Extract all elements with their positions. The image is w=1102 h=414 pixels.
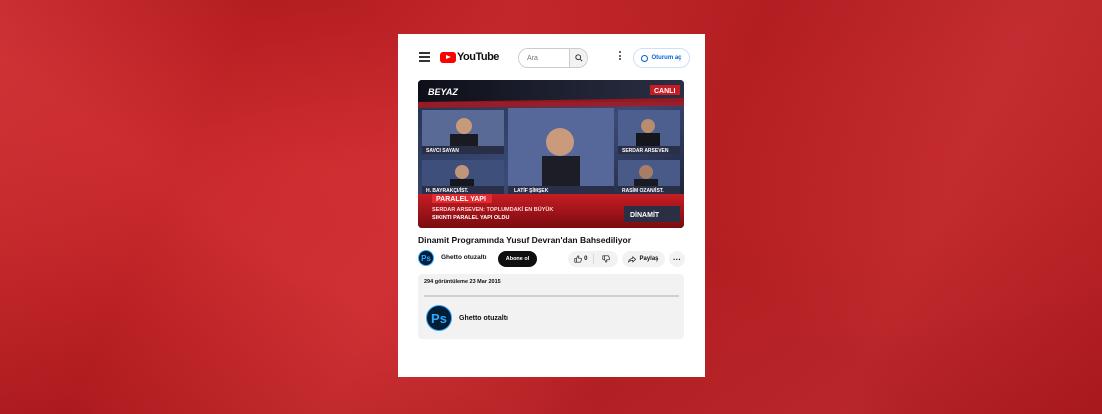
ticker-line-1: SERDAR ARSEVEN: TOPLUMDAKİ EN BÜYÜK	[432, 206, 553, 213]
description-channel-avatar[interactable]: Ps	[426, 305, 452, 331]
video-title: Dinamit Programında Yusuf Devran'dan Bah…	[418, 235, 632, 245]
thumbs-up-icon	[574, 255, 582, 263]
search-input[interactable]	[519, 49, 569, 67]
kebab-icon[interactable]	[619, 51, 622, 62]
guest-name-5: RASİM OZAN/İST.	[622, 187, 664, 194]
dislike-button[interactable]	[594, 255, 618, 263]
menu-icon[interactable]	[419, 52, 430, 62]
search-box	[518, 48, 588, 68]
more-actions-button[interactable]: ···	[669, 251, 685, 267]
channel-logo-text: BEYAZ	[428, 87, 458, 97]
guest-name-2: SERDAR ARSEVEN	[622, 148, 669, 154]
signin-button[interactable]: Oturum aç	[633, 48, 690, 68]
like-button[interactable]: 0	[568, 254, 595, 264]
video-player[interactable]: BEYAZ CANLI SAVCI SAYAN SERDAR ARSEVEN H…	[418, 80, 684, 228]
description-channel-name[interactable]: Ghetto otuzaltı	[459, 315, 508, 322]
subscribe-button[interactable]: Abone ol	[498, 251, 537, 267]
avatar[interactable]: Ps	[418, 250, 434, 266]
share-arrow-icon	[628, 255, 637, 263]
like-count: 0	[584, 256, 588, 262]
thumbs-down-icon	[602, 255, 611, 263]
guest-name-4: LATİF ŞİMŞEK	[514, 187, 549, 194]
owner-row: Ps Ghetto otuzaltı Abone ol 0 Paylaş ···	[418, 250, 685, 268]
signin-label: Oturum aç	[651, 55, 682, 61]
youtube-logo[interactable]: YouTube	[440, 51, 499, 63]
description-divider	[424, 295, 679, 297]
youtube-play-icon	[440, 51, 456, 63]
view-count-date: 294 görüntüleme 23 Mar 2015	[424, 279, 501, 285]
top-bar: YouTube Oturum aç	[398, 34, 705, 80]
search-button[interactable]	[569, 49, 587, 67]
share-button[interactable]: Paylaş	[622, 251, 665, 267]
search-icon	[574, 54, 583, 62]
user-circle-icon	[641, 54, 649, 62]
program-logo: DİNAMİT	[630, 211, 660, 219]
like-dislike-group: 0	[568, 251, 618, 267]
ticker-line-2: SIKINTI PARALEL YAPI OLDU	[432, 215, 509, 221]
youtube-wordmark: YouTube	[457, 51, 499, 63]
channel-name[interactable]: Ghetto otuzaltı	[441, 254, 487, 261]
guest-name-1: SAVCI SAYAN	[426, 148, 459, 154]
youtube-mobile-page: YouTube Oturum aç	[398, 34, 705, 377]
guest-name-3: H. BAYRAKÇI/İST.	[426, 187, 469, 194]
description-box[interactable]: 294 görüntüleme 23 Mar 2015 Ps Ghetto ot…	[418, 274, 684, 339]
banner-title: PARALEL YAPI	[436, 196, 486, 203]
share-label: Paylaş	[639, 256, 659, 262]
video-thumbnail: BEYAZ CANLI SAVCI SAYAN SERDAR ARSEVEN H…	[418, 80, 684, 228]
live-badge-text: CANLI	[654, 88, 675, 95]
